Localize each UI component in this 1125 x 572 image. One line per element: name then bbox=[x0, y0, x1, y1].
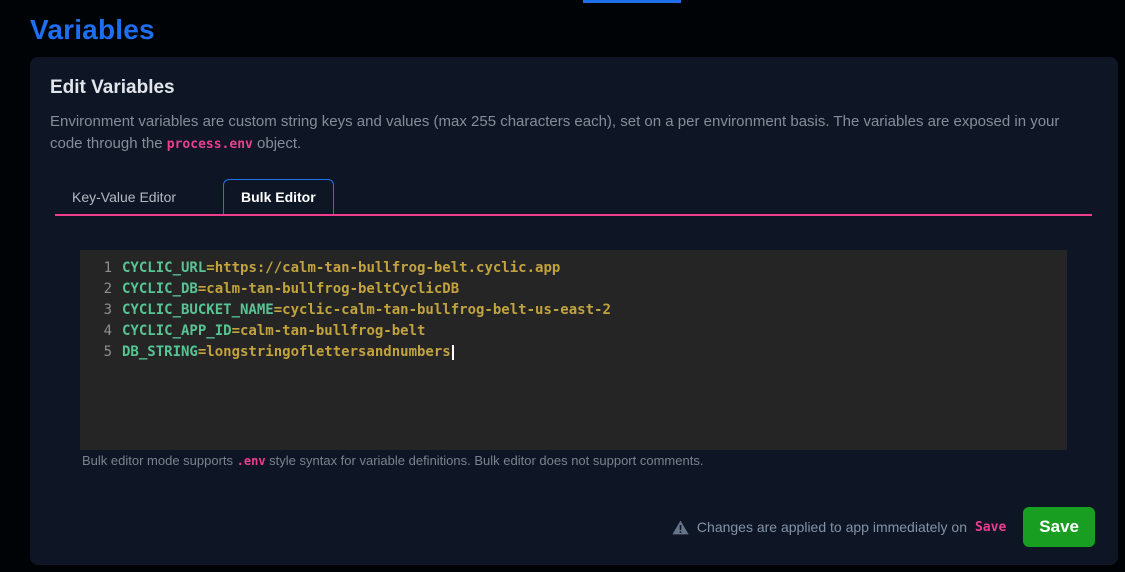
active-nav-tab-indicator bbox=[583, 0, 681, 3]
env-var-value: =calm-tan-bullfrog-beltCyclicDB bbox=[198, 279, 459, 300]
helper-text-before: Bulk editor mode supports bbox=[82, 453, 237, 468]
code-line: 3 CYCLIC_BUCKET_NAME=cyclic-calm-tan-bull… bbox=[80, 300, 1067, 321]
edit-variables-panel: Edit Variables Environment variables are… bbox=[30, 57, 1118, 565]
warning-text: Changes are applied to app immediately o… bbox=[697, 519, 967, 535]
env-var-key: DB_STRING bbox=[122, 342, 198, 363]
line-number: 1 bbox=[80, 258, 112, 279]
code-line: 1 CYCLIC_URL=https://calm-tan-bullfrog-be… bbox=[80, 258, 1067, 279]
page-title: Variables bbox=[30, 14, 155, 46]
code-line: 4 CYCLIC_APP_ID=calm-tan-bullfrog-belt bbox=[80, 321, 1067, 342]
line-number: 2 bbox=[80, 279, 112, 300]
warning-icon bbox=[672, 520, 689, 535]
env-var-value: =longstringoflettersandnumbers bbox=[198, 342, 451, 363]
save-warning: Changes are applied to app immediately o… bbox=[672, 519, 1006, 535]
line-number: 3 bbox=[80, 300, 112, 321]
description-text-after: object. bbox=[253, 135, 301, 152]
bulk-editor-helper-text: Bulk editor mode supports .env style syn… bbox=[82, 453, 703, 468]
code-line: 5 DB_STRING=longstringoflettersandnumbers bbox=[80, 342, 1067, 363]
text-cursor bbox=[452, 345, 454, 360]
panel-description: Environment variables are custom string … bbox=[50, 111, 1092, 156]
panel-heading: Edit Variables bbox=[50, 77, 175, 99]
env-var-value: =cyclic-calm-tan-bullfrog-belt-us-east-2 bbox=[274, 300, 611, 321]
line-number: 5 bbox=[80, 342, 112, 363]
tab-bulk-editor[interactable]: Bulk Editor bbox=[223, 179, 334, 214]
env-var-value: =https://calm-tan-bullfrog-belt.cyclic.a… bbox=[206, 258, 560, 279]
bulk-editor-textarea[interactable]: 1 CYCLIC_URL=https://calm-tan-bullfrog-be… bbox=[80, 250, 1067, 450]
env-var-key: CYCLIC_APP_ID bbox=[122, 321, 232, 342]
env-code-token: .env bbox=[237, 454, 266, 468]
panel-footer: Changes are applied to app immediately o… bbox=[672, 505, 1095, 549]
env-var-key: CYCLIC_BUCKET_NAME bbox=[122, 300, 274, 321]
code-line: 2 CYCLIC_DB=calm-tan-bullfrog-beltCyclicD… bbox=[80, 279, 1067, 300]
save-button[interactable]: Save bbox=[1023, 507, 1095, 547]
process-env-code-token: process.env bbox=[167, 137, 253, 152]
line-number: 4 bbox=[80, 321, 112, 342]
env-var-key: CYCLIC_URL bbox=[122, 258, 206, 279]
env-var-key: CYCLIC_DB bbox=[122, 279, 198, 300]
warning-save-code-token: Save bbox=[975, 520, 1006, 535]
tab-key-value-editor[interactable]: Key-Value Editor bbox=[55, 179, 193, 214]
editor-tabs: Key-Value Editor Bulk Editor bbox=[55, 179, 1092, 216]
helper-text-after: style syntax for variable definitions. B… bbox=[266, 453, 704, 468]
env-var-value: =calm-tan-bullfrog-belt bbox=[232, 321, 426, 342]
